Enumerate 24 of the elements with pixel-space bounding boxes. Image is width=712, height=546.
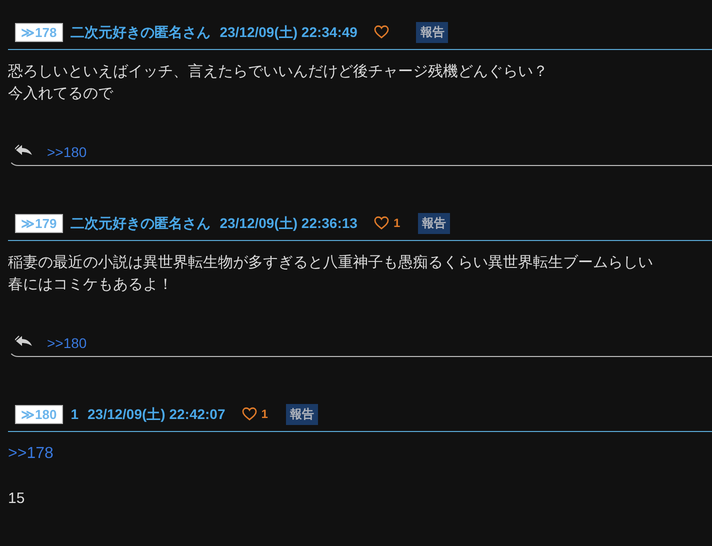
report-button[interactable]: 報告	[418, 212, 450, 234]
post-date: 23/12/09(土) 22:42:07	[88, 404, 226, 424]
post-text: 稲妻の最近の小説は異世界転生物が多すぎると八重神子も愚痴るくらい異世界転生ブームらしい	[8, 253, 653, 273]
heart-icon[interactable]	[374, 25, 390, 39]
post-date: 23/12/09(土) 22:34:49	[220, 22, 358, 42]
poster-name: 二次元好きの匿名さん	[70, 214, 211, 233]
post-text: 15	[8, 489, 25, 509]
report-button[interactable]: 報告	[416, 22, 448, 42]
heart-icon[interactable]	[242, 407, 258, 421]
poster-name: 1	[70, 404, 78, 424]
post-text: 春にはコミケもあるよ！	[8, 275, 173, 295]
post-text: 今入れてるので	[8, 84, 113, 104]
heart-icon[interactable]	[374, 216, 390, 230]
report-button[interactable]: 報告	[286, 404, 318, 424]
post-date: 23/12/09(土) 22:36:13	[220, 214, 358, 233]
reply-icon[interactable]	[15, 335, 33, 347]
quote-link[interactable]: >>178	[8, 443, 54, 465]
like-count: 1	[393, 215, 400, 232]
like-count: 1	[261, 406, 268, 423]
post-text: 恐ろしいといえばイッチ、言えたらでいいんだけど後チャージ残機どんぐらい？	[8, 62, 548, 82]
poster-name: 二次元好きの匿名さん	[70, 22, 211, 42]
reply-icon[interactable]	[15, 144, 33, 156]
reply-link[interactable]: >>180	[47, 335, 87, 351]
reply-link[interactable]: >>180	[47, 144, 87, 160]
